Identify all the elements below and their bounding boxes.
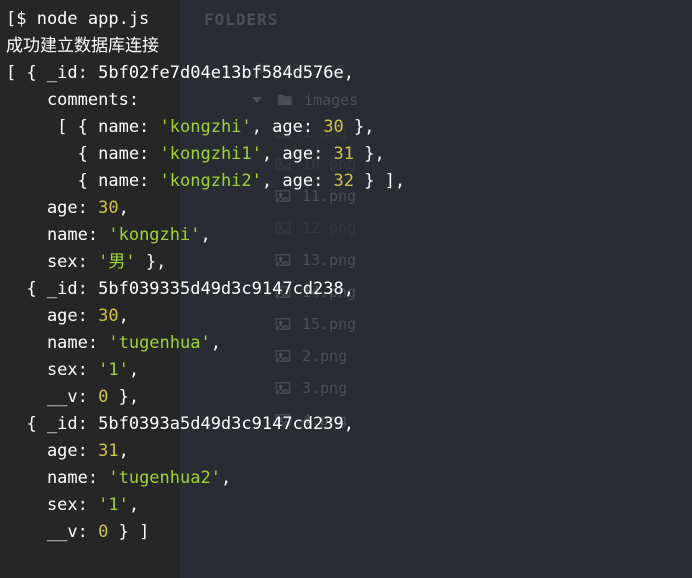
terminal-output: [$ node app.js 成功建立数据库连接 [ { _id: 5bf02f…	[6, 6, 405, 546]
